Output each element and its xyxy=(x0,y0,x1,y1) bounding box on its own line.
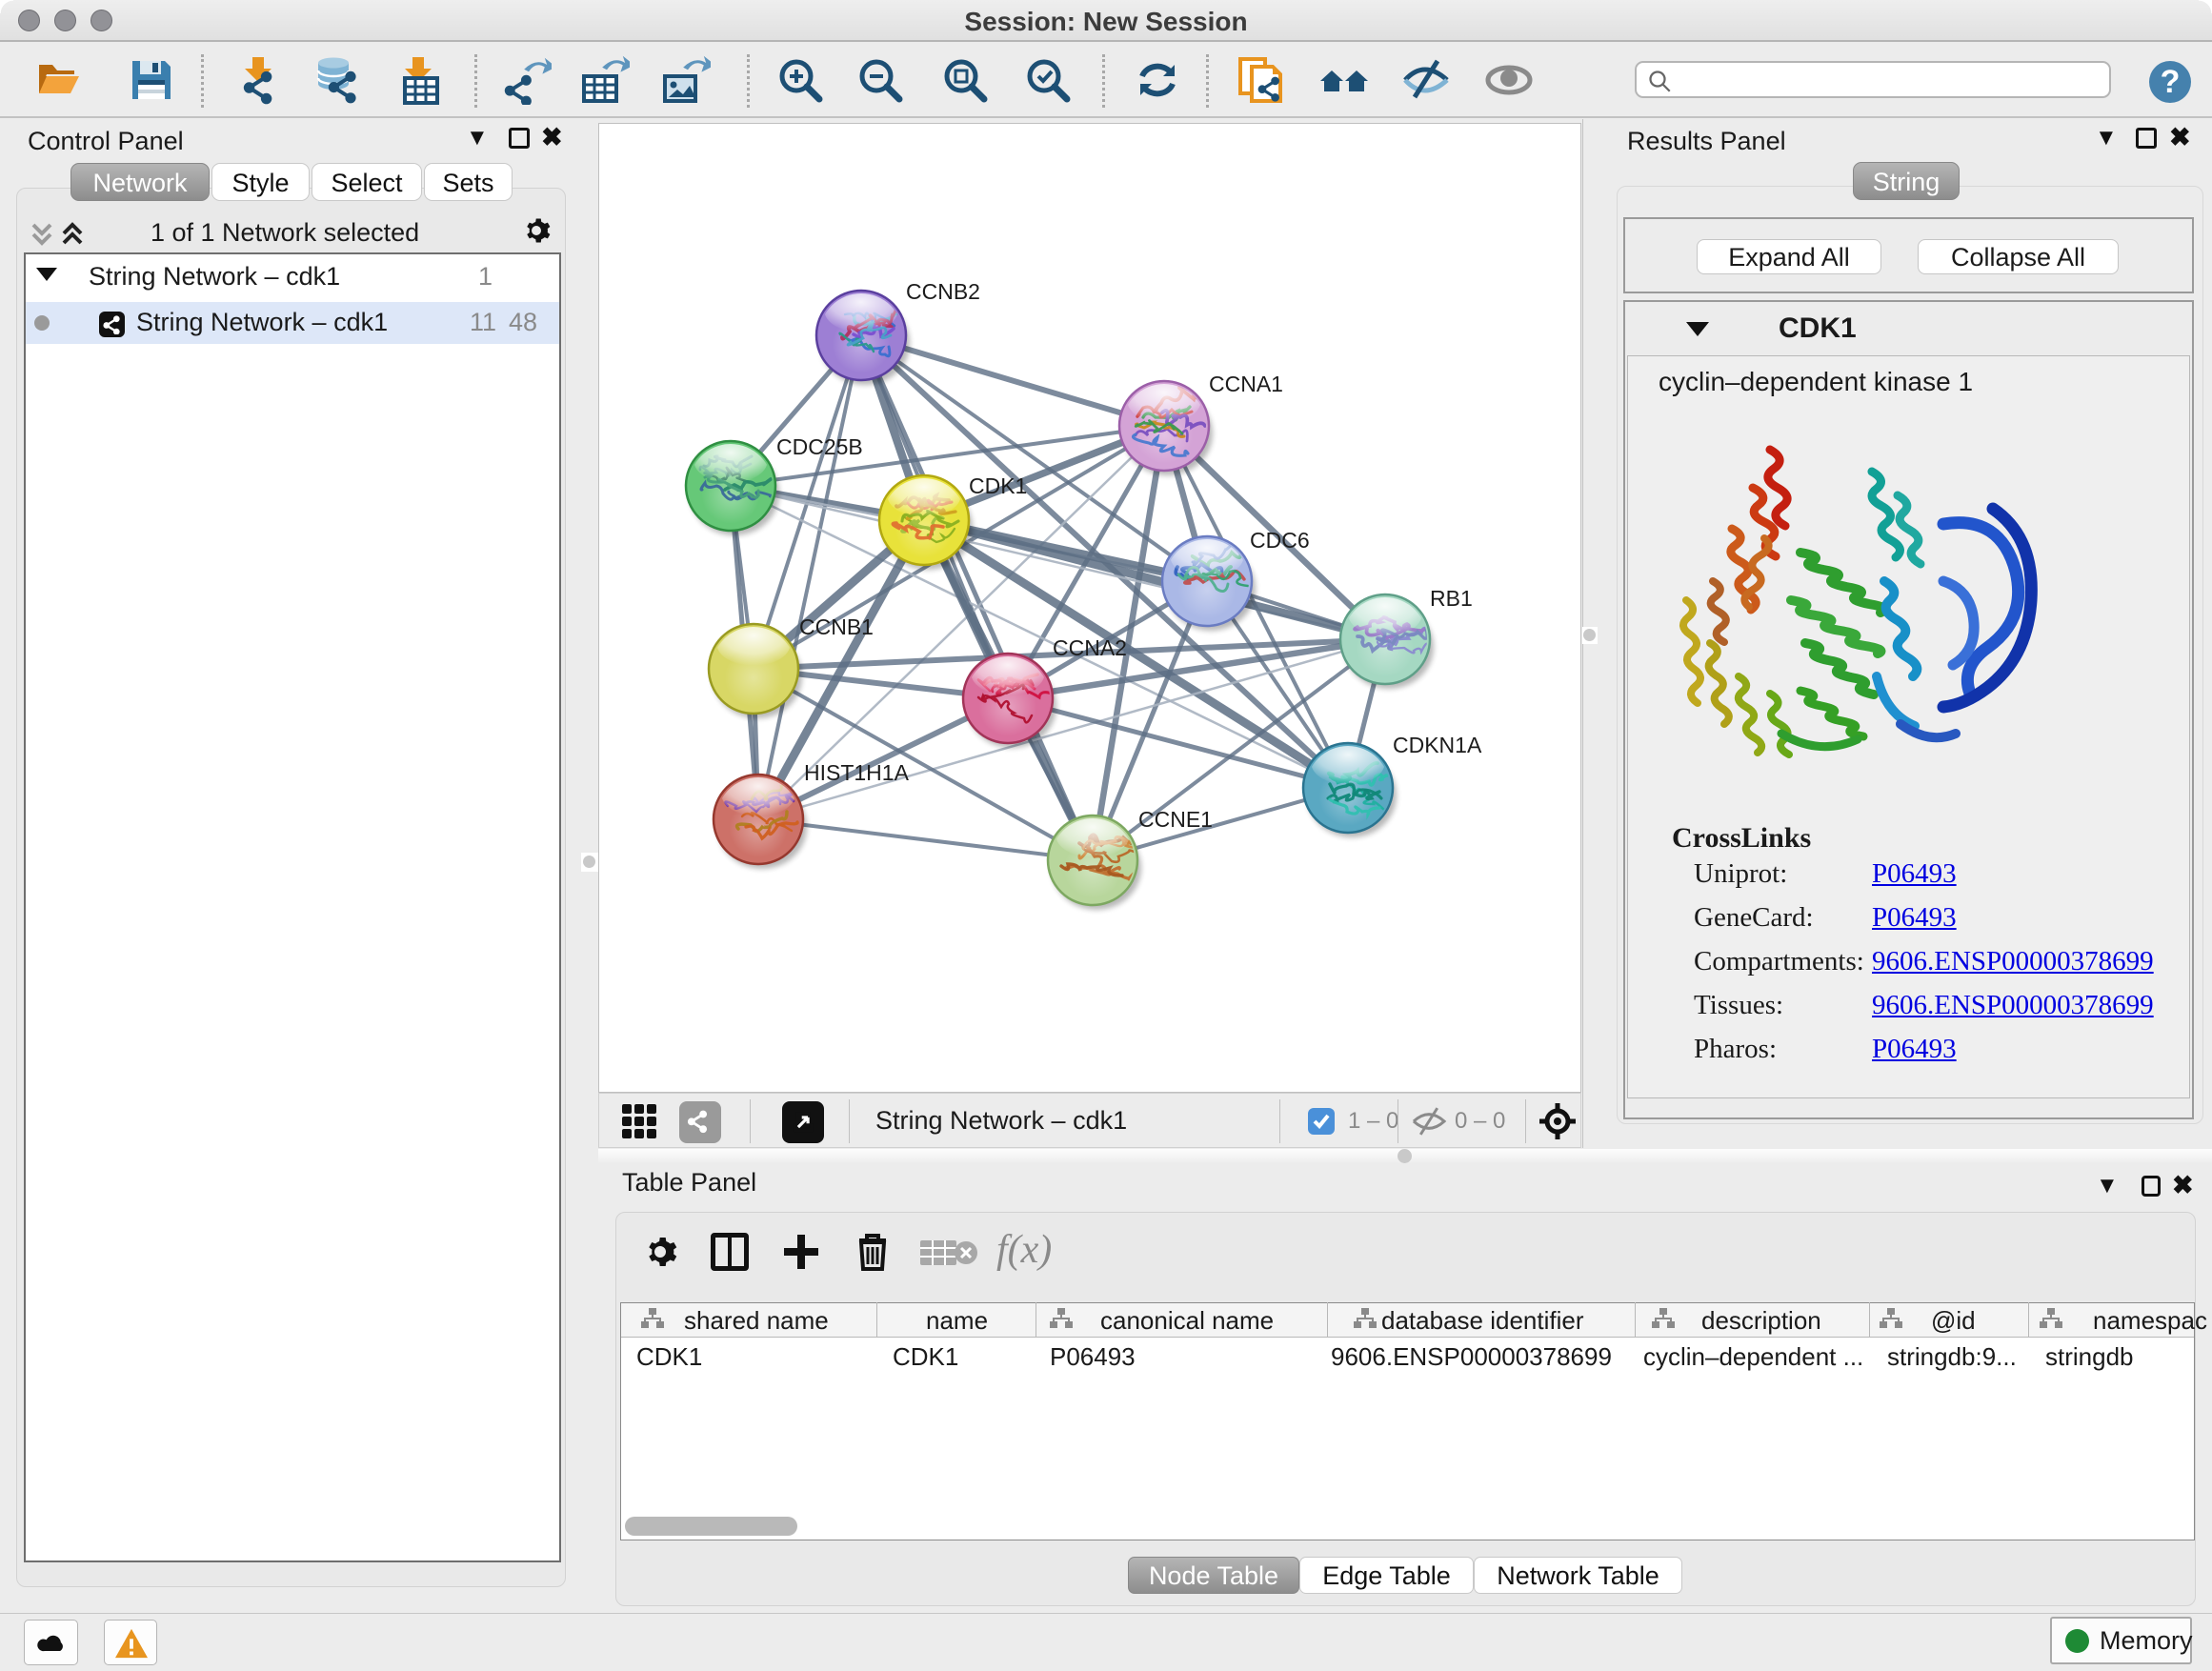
svg-text:HIST1H1A: HIST1H1A xyxy=(804,760,910,785)
svg-text:CCNA1: CCNA1 xyxy=(1209,372,1283,396)
svg-text:RB1: RB1 xyxy=(1430,586,1473,611)
svg-text:CDKN1A: CDKN1A xyxy=(1393,733,1482,757)
svg-text:CDK1: CDK1 xyxy=(969,473,1027,498)
svg-text:CCNA2: CCNA2 xyxy=(1053,635,1127,660)
svg-text:CCNE1: CCNE1 xyxy=(1138,807,1213,832)
svg-text:CCNB1: CCNB1 xyxy=(799,614,874,639)
svg-text:CDC6: CDC6 xyxy=(1250,528,1310,553)
svg-text:CDC25B: CDC25B xyxy=(776,434,863,459)
svg-text:CCNB2: CCNB2 xyxy=(906,279,980,304)
